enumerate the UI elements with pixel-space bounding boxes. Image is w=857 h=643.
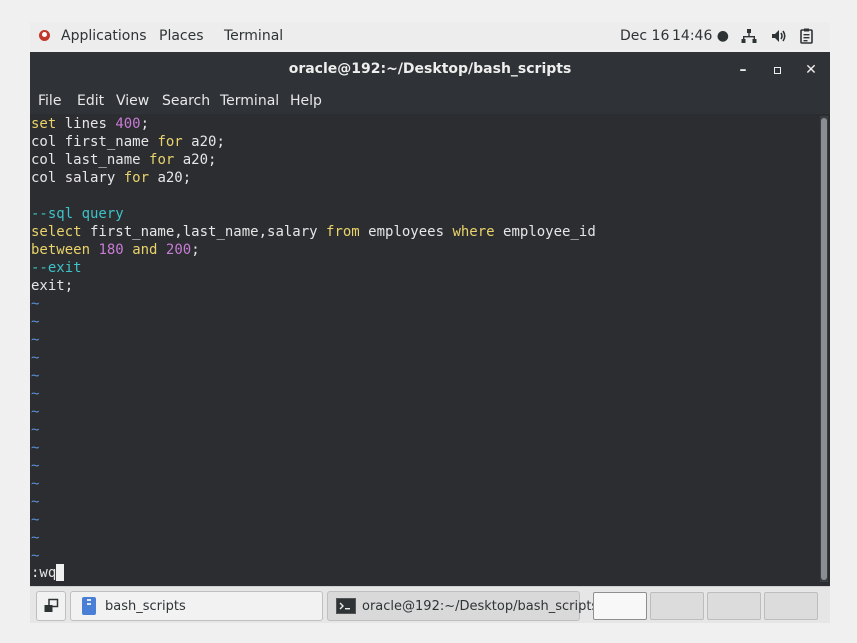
empty-line-marker: ~ <box>31 332 40 348</box>
code-line: --exit <box>31 259 82 277</box>
code-number: 400 <box>115 116 141 132</box>
code-text: col last_name <box>31 152 150 168</box>
menu-terminal[interactable]: Terminal <box>220 93 279 109</box>
empty-line-marker: ~ <box>31 476 40 492</box>
code-text: employee_id <box>494 224 596 240</box>
code-text: a20; <box>174 152 217 168</box>
code-keyword: for <box>157 134 183 150</box>
empty-line-marker: ~ <box>31 494 40 510</box>
scrollbar-thumb[interactable] <box>821 118 827 580</box>
vim-command-line: :wq <box>31 564 65 582</box>
clock-time[interactable]: 14:46 ● <box>672 28 729 44</box>
menu-help[interactable]: Help <box>290 93 322 109</box>
workspace-2[interactable] <box>650 592 704 620</box>
code-keyword: and <box>132 242 158 258</box>
show-desktop-button[interactable] <box>36 591 66 621</box>
code-text: a20; <box>149 170 192 186</box>
empty-line-marker: ~ <box>31 440 40 456</box>
code-number: 200 <box>165 242 192 258</box>
minimize-button[interactable]: – <box>734 61 752 79</box>
maximize-button[interactable] <box>768 61 786 79</box>
code-keyword: for <box>123 170 150 186</box>
code-line: --sql query <box>31 205 124 223</box>
workspace-3[interactable] <box>707 592 761 620</box>
window-title: oracle@192:~/Desktop/bash_scripts <box>288 61 572 77</box>
menu-edit[interactable]: Edit <box>77 93 104 109</box>
taskbar-item-terminal[interactable]: oracle@192:~/Desktop/bash_scripts <box>327 591 598 621</box>
terminal-app-menu[interactable]: Terminal <box>224 28 283 44</box>
top-panel: Applications Places Terminal Dec 16 14:4… <box>30 22 830 50</box>
code-line: col last_name for a20; <box>31 151 216 169</box>
taskbar-label-terminal: oracle@192:~/Desktop/bash_scripts <box>362 599 599 614</box>
applications-icon[interactable] <box>39 30 50 41</box>
volume-icon[interactable] <box>770 27 788 45</box>
empty-line-marker: ~ <box>31 386 40 402</box>
code-number: 180 <box>98 242 124 258</box>
network-icon[interactable] <box>740 27 758 45</box>
terminal-content[interactable]: :wq set lines 400; col first_name for a20… <box>30 114 818 586</box>
empty-line-marker: ~ <box>31 530 40 546</box>
window-titlebar[interactable]: oracle@192:~/Desktop/bash_scripts – ✕ <box>30 52 830 88</box>
empty-line-marker: ~ <box>31 368 40 384</box>
code-line: set lines 400; <box>31 115 149 133</box>
menu-view[interactable]: View <box>116 93 149 109</box>
code-keyword: from <box>326 224 360 240</box>
close-button[interactable]: ✕ <box>802 61 820 79</box>
code-line: col first_name for a20; <box>31 133 225 151</box>
code-keyword: between <box>31 242 91 258</box>
code-line: exit; <box>31 277 73 295</box>
code-comment: --exit <box>31 260 82 276</box>
code-keyword: for <box>149 152 175 168</box>
places-menu[interactable]: Places <box>159 28 204 44</box>
menu-file[interactable]: File <box>38 93 61 109</box>
empty-line-marker: ~ <box>31 404 40 420</box>
code-line: between 180 and 200; <box>31 241 200 259</box>
maximize-icon <box>773 67 781 74</box>
show-desktop-icon <box>44 598 59 612</box>
code-text: a20; <box>182 134 225 150</box>
empty-line-marker: ~ <box>31 314 40 330</box>
applications-menu[interactable]: Applications <box>61 28 147 44</box>
taskbar-label-file-manager: bash_scripts <box>105 599 186 614</box>
code-text: first_name,last_name,salary <box>81 224 327 240</box>
terminal-window: oracle@192:~/Desktop/bash_scripts – ✕ Fi… <box>30 52 830 586</box>
workspace-1[interactable] <box>593 592 647 620</box>
code-text: ; <box>140 116 150 132</box>
vim-command: :wq <box>31 565 57 581</box>
empty-line-marker: ~ <box>31 458 40 474</box>
terminal-icon <box>336 598 356 614</box>
code-line: col salary for a20; <box>31 169 191 187</box>
code-text: lines <box>56 116 116 132</box>
empty-line-marker: ~ <box>31 548 40 564</box>
code-text: ; <box>191 242 200 258</box>
empty-line-marker: ~ <box>31 296 40 312</box>
taskbar-item-file-manager[interactable]: bash_scripts <box>70 591 323 621</box>
terminal-scrollbar[interactable] <box>820 116 828 582</box>
code-line: select first_name,last_name,salary from … <box>31 223 596 241</box>
text-cursor <box>56 564 65 581</box>
code-keyword: where <box>452 224 495 240</box>
clipboard-icon[interactable] <box>798 27 816 45</box>
file-manager-icon <box>82 597 96 615</box>
code-text: employees <box>359 224 453 240</box>
empty-line-marker: ~ <box>31 512 40 528</box>
code-text: exit; <box>31 278 74 294</box>
code-keyword: set <box>31 116 57 132</box>
menu-bar: File Edit View Search Terminal Help <box>30 88 830 114</box>
workspace-4[interactable] <box>764 592 818 620</box>
bottom-panel: bash_scripts oracle@192:~/Desktop/bash_s… <box>30 586 830 623</box>
code-text: col first_name <box>31 134 158 150</box>
clock-date[interactable]: Dec 16 <box>620 28 669 44</box>
menu-search[interactable]: Search <box>162 93 210 109</box>
code-comment: --sql query <box>31 206 124 222</box>
empty-line-marker: ~ <box>31 350 40 366</box>
code-text: col salary <box>31 170 124 186</box>
code-keyword: select <box>31 224 82 240</box>
empty-line-marker: ~ <box>31 422 40 438</box>
